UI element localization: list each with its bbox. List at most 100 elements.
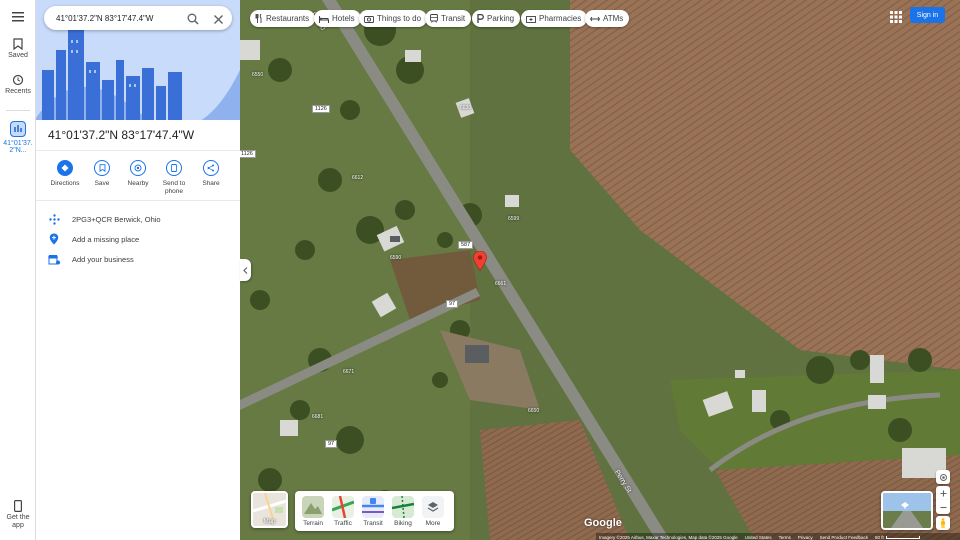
search-box [44, 6, 232, 30]
add-business-text: Add your business [72, 254, 134, 264]
saved-button[interactable]: Saved [0, 38, 36, 59]
zoom-out-button[interactable] [936, 500, 950, 514]
chip-label: Hotels [332, 14, 355, 23]
menu-icon [12, 12, 24, 22]
layer-terrain[interactable]: Terrain [301, 496, 325, 527]
my-location-icon [939, 473, 947, 481]
add-business-row[interactable]: Add your business [48, 252, 228, 266]
recents-button[interactable]: Recents [0, 74, 36, 95]
pegman-icon [941, 518, 945, 528]
pharmacy-icon [526, 15, 536, 23]
menu-button[interactable] [0, 12, 36, 24]
road-label: 1126 [312, 105, 330, 113]
apps-grid-icon [890, 11, 902, 23]
atm-icon [590, 16, 600, 21]
address-label: 6650 [528, 408, 540, 414]
saved-label: Saved [8, 52, 28, 59]
chip-transit[interactable]: Transit [425, 10, 472, 27]
train-icon [430, 14, 438, 23]
share-label: Share [202, 180, 220, 187]
chevron-left-icon [243, 266, 248, 274]
my-location-button[interactable] [936, 470, 950, 484]
scale-bar[interactable]: 50 ft [875, 535, 920, 540]
add-business-icon [48, 254, 60, 264]
layer-biking[interactable]: Biking [391, 495, 415, 527]
nearby-label: Nearby [127, 180, 149, 187]
street-view-preview [883, 493, 931, 528]
layer-label: Terrain [303, 520, 323, 527]
camera-icon [364, 15, 374, 23]
scale-label: 50 ft [874, 534, 884, 540]
parking-icon [477, 14, 484, 23]
more-thumb [422, 496, 444, 518]
chip-hotels[interactable]: Hotels [314, 10, 361, 27]
plus-code-row[interactable]: 2PG3+QCR Berwick, Ohio [48, 212, 228, 226]
nearby-icon [134, 164, 142, 172]
phone-icon [14, 500, 22, 512]
send-to-phone-button[interactable]: Send to phone [156, 160, 192, 196]
zoom-in-button[interactable] [936, 486, 950, 500]
transit-icon [362, 498, 384, 513]
address-label: 6630 [460, 105, 472, 111]
nearby-button[interactable]: Nearby [120, 160, 156, 188]
clear-search-button[interactable] [213, 12, 224, 30]
layer-more[interactable]: More [421, 496, 445, 527]
chip-pharmacies[interactable]: Pharmacies [521, 10, 588, 27]
place-title: 41°01'37.2"N 83°17'47.4"W [48, 128, 195, 142]
transit-thumb [362, 496, 384, 518]
divider [36, 200, 240, 201]
restaurant-icon [255, 14, 262, 23]
share-icon [207, 164, 214, 172]
search-button[interactable] [187, 12, 199, 30]
imagery-credit: Imagery ©2025 Airbus, Maxar Technologies… [599, 534, 738, 540]
layer-label: Biking [394, 520, 412, 527]
send-to-phone-label: Send to phone [162, 180, 186, 195]
directions-icon [61, 164, 69, 172]
city-icon [14, 125, 22, 132]
layer-transit[interactable]: Transit [361, 496, 385, 527]
add-missing-place-text: Add a missing place [72, 234, 140, 244]
save-button[interactable]: Save [84, 160, 120, 188]
chip-label: Parking [487, 14, 515, 23]
map-type-toggle[interactable]: Map [251, 491, 288, 528]
directions-button[interactable]: Directions [47, 160, 83, 188]
chip-atms[interactable]: ATMs [585, 10, 630, 27]
feedback-link[interactable]: Send Product Feedback [820, 535, 868, 540]
hotel-icon [319, 15, 329, 23]
terrain-icon [304, 503, 322, 514]
current-place-label: 41°01'37.2"N... [3, 140, 33, 154]
place-thumbnail [10, 121, 26, 137]
location-pin-icon[interactable] [473, 251, 487, 271]
phone-icon [171, 164, 177, 172]
chip-restaurants[interactable]: Restaurants [250, 10, 316, 27]
plus-code-icon [48, 213, 60, 225]
sign-in-button[interactable]: Sign in [910, 7, 945, 23]
satellite-map[interactable]: 1126 1126 587 97 97 Perry St CR 30 6550 … [240, 0, 960, 540]
search-input[interactable] [56, 6, 186, 30]
biking-thumb [391, 495, 415, 519]
layer-label: Transit [363, 520, 383, 527]
layer-traffic[interactable]: Traffic [331, 495, 355, 527]
address-label: 6599 [508, 216, 520, 222]
close-icon [214, 15, 223, 24]
divider [36, 150, 240, 151]
get-app-button[interactable]: Get the app [0, 500, 36, 530]
terms-link[interactable]: Terms [779, 535, 791, 540]
collapse-panel-button[interactable] [240, 259, 251, 281]
chip-parking[interactable]: Parking [472, 10, 521, 27]
street-view-thumbnail[interactable] [881, 491, 933, 530]
country-link[interactable]: United States [745, 535, 772, 540]
plus-icon [940, 490, 946, 496]
google-apps-button[interactable] [890, 10, 902, 23]
chip-things-to-do[interactable]: Things to do [359, 10, 428, 27]
address-label: 6550 [252, 72, 264, 78]
share-button[interactable]: Share [193, 160, 229, 188]
pegman-button[interactable] [936, 516, 950, 530]
privacy-link[interactable]: Privacy [798, 535, 813, 540]
add-missing-place-row[interactable]: Add a missing place [48, 232, 228, 246]
add-location-icon [49, 233, 59, 245]
current-place-button[interactable]: 41°01'37.2"N... [0, 121, 36, 154]
address-label: 6612 [352, 175, 364, 181]
biking-icon [391, 495, 415, 519]
map-type-label: Map [263, 519, 276, 525]
